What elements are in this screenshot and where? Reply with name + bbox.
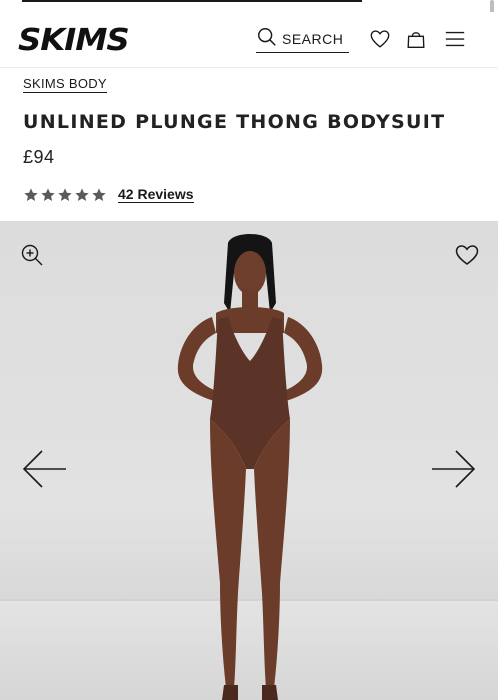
rating-row: 42 Reviews (23, 186, 194, 203)
product-price: £94 (23, 147, 55, 167)
bag-button[interactable] (404, 29, 428, 53)
heart-icon[interactable] (454, 243, 480, 267)
zoom-in-icon[interactable] (20, 243, 44, 267)
star-icon (58, 187, 72, 201)
search-icon (256, 26, 278, 53)
product-title: UNLINED PLUNGE THONG BODYSUIT (23, 111, 446, 133)
previous-arrow-icon[interactable] (22, 449, 68, 489)
star-rating (23, 187, 107, 203)
reviews-link[interactable]: 42 Reviews (118, 186, 194, 203)
product-model-image (177, 234, 323, 700)
star-icon (41, 187, 55, 201)
hamburger-menu-icon (444, 28, 466, 55)
top-divider (22, 0, 362, 2)
brand-logo[interactable]: SKIMS (18, 23, 130, 58)
wishlist-button[interactable] (368, 29, 392, 53)
product-image-gallery[interactable] (0, 221, 498, 700)
search-label: SEARCH (282, 31, 344, 47)
breadcrumb-link[interactable]: SKIMS BODY (23, 76, 107, 93)
star-icon (24, 187, 38, 201)
heart-icon (369, 28, 391, 55)
shopping-bag-icon (405, 28, 427, 55)
site-header: SKIMS SEARCH (0, 12, 498, 68)
menu-button[interactable] (443, 29, 467, 53)
top-strip (0, 0, 498, 18)
next-arrow-icon[interactable] (430, 449, 476, 489)
search-field[interactable]: SEARCH (256, 26, 349, 53)
star-icon (75, 187, 89, 201)
star-icon (92, 187, 106, 201)
